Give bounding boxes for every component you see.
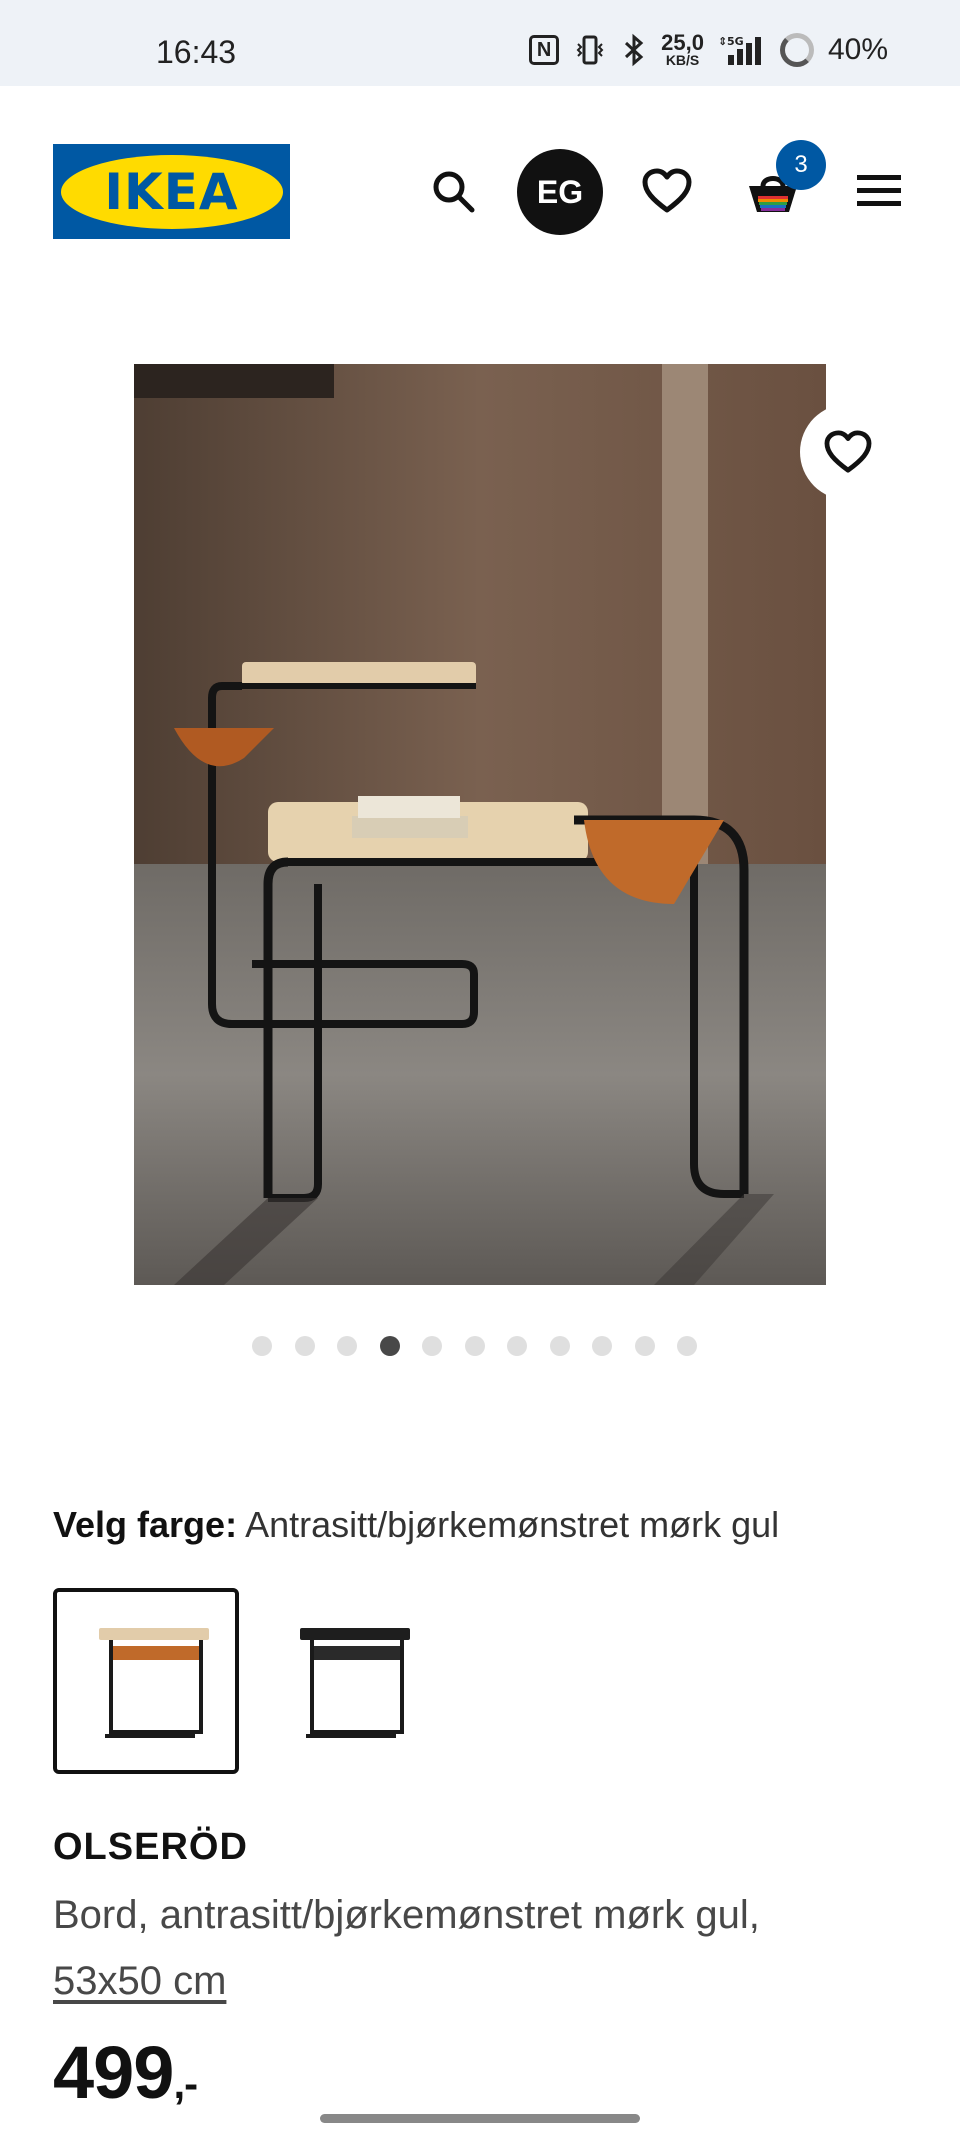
battery-icon	[779, 33, 814, 67]
price-suffix: ,-	[173, 2060, 198, 2107]
network-speed: 25,0 KB/S	[661, 30, 704, 68]
swatch-image-anthracite	[300, 1628, 410, 1738]
carousel-dot[interactable]	[379, 1336, 400, 1356]
search-icon	[433, 171, 475, 213]
carousel-dot[interactable]	[549, 1336, 570, 1356]
product-price: 499,-	[53, 2030, 198, 2115]
carousel-dot[interactable]	[252, 1336, 272, 1356]
carousel-dot[interactable]	[294, 1336, 315, 1356]
account-avatar-button[interactable]: EG	[517, 149, 603, 235]
color-swatch-birch-yellow[interactable]	[53, 1588, 239, 1774]
carousel-dot[interactable]	[464, 1336, 485, 1356]
carousel-dot[interactable]	[677, 1336, 697, 1356]
swatch-image-birch	[99, 1628, 209, 1738]
product-image[interactable]	[134, 364, 826, 1285]
status-bar: 16:43 N 25,0 KB/S ⇕ 5G 40%	[0, 0, 960, 86]
carousel-dot[interactable]	[337, 1336, 357, 1356]
product-size-link[interactable]: 53x50 cm	[53, 1959, 226, 2003]
nfc-icon: N	[529, 35, 560, 65]
menu-button[interactable]	[836, 148, 922, 234]
status-icons: N 25,0 KB/S ⇕ 5G 40%	[529, 30, 888, 70]
image-carousel-indicator	[252, 1336, 697, 1356]
svg-text:5G: 5G	[727, 35, 744, 48]
product-description-text: Bord, antrasitt/bjørkemønstret mørk gul,	[53, 1893, 760, 1937]
product-description: Bord, antrasitt/bjørkemønstret mørk gul,…	[53, 1882, 913, 2014]
product-photo	[134, 364, 826, 1285]
signal-icon: ⇕ 5G	[718, 33, 766, 67]
search-button[interactable]	[410, 148, 496, 234]
svg-text:⇕: ⇕	[718, 35, 727, 48]
vibrate-icon	[573, 33, 607, 67]
logo-text: IKEA	[104, 162, 239, 221]
logo-oval: IKEA	[60, 154, 283, 229]
color-label-title: Velg farge:	[53, 1504, 238, 1545]
carousel-dot[interactable]	[634, 1336, 655, 1356]
color-swatch-anthracite[interactable]	[254, 1588, 440, 1774]
cart-count-badge: 3	[776, 140, 826, 190]
product-name: OLSERÖD	[53, 1826, 248, 1868]
favourites-button[interactable]	[624, 148, 710, 234]
ikea-logo[interactable]: IKEA	[53, 144, 290, 239]
carousel-dot[interactable]	[507, 1336, 527, 1356]
home-indicator[interactable]	[320, 2114, 640, 2123]
heart-icon	[824, 430, 872, 473]
heart-icon	[642, 168, 692, 213]
hamburger-menu-icon	[857, 175, 901, 206]
carousel-dot[interactable]	[422, 1336, 442, 1356]
image-favourite-button[interactable]	[800, 404, 906, 500]
battery-level: 40%	[827, 33, 888, 66]
site-header: IKEA EG 3	[0, 86, 960, 306]
bluetooth-icon	[621, 33, 647, 67]
status-time: 16:43	[156, 34, 237, 70]
color-selector-label: Velg farge: Antrasitt/bjørkemønstret mør…	[53, 1504, 779, 1546]
price-value: 499	[53, 2031, 174, 2114]
color-label-value: Antrasitt/bjørkemønstret mørk gul	[245, 1504, 780, 1545]
carousel-dot[interactable]	[592, 1336, 612, 1356]
